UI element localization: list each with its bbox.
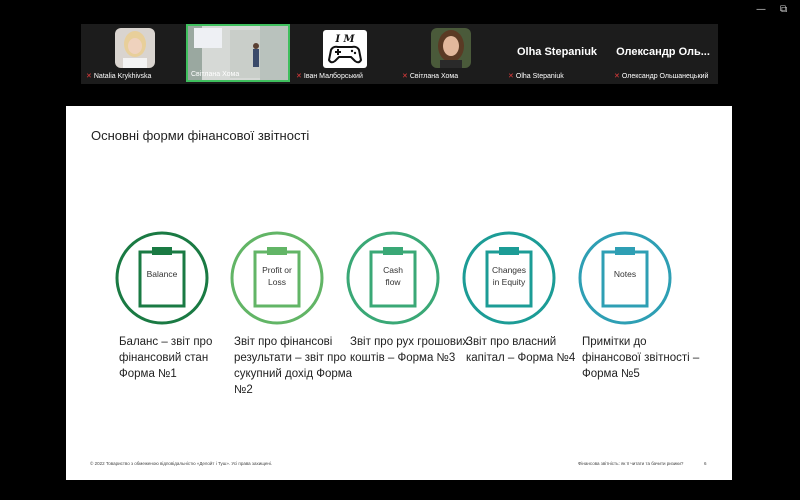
- clipboard-icon: Profit or Loss: [229, 230, 325, 326]
- participant-name: ✕ Іван Малборський: [296, 73, 363, 80]
- participant-name: ✕ Олександр Ольшанецький: [614, 73, 709, 80]
- form-caption: Звіт про рух грошових коштів – Форма №3: [350, 336, 469, 364]
- icon-label-line-1: Notes: [614, 269, 636, 279]
- clipboard-icon: Cash flow: [345, 230, 441, 326]
- form-caption: Примітки до фінансової звітності – Форма…: [582, 336, 700, 380]
- participant-avatar: [115, 28, 155, 68]
- icon-label-line-2: Loss: [268, 277, 286, 287]
- participant-display-name: Olha Stepaniuk: [516, 46, 598, 58]
- participant-name: ✕ Світлана Хома: [402, 73, 459, 80]
- participant-display-name: Олександр Оль...: [616, 46, 710, 58]
- icon-label-line-1: Profit or: [262, 265, 292, 275]
- participant-tile[interactable]: Олександр Оль... ✕ Олександр Ольшанецький: [611, 24, 715, 82]
- muted-mic-icon: ✕: [508, 73, 514, 80]
- shared-slide: Основні форми фінансової звітності Balan…: [66, 106, 732, 480]
- icon-label-line-2: in Equity: [493, 277, 526, 287]
- minimize-button[interactable]: —: [756, 4, 766, 15]
- muted-mic-icon: ✕: [402, 73, 408, 80]
- slide-page-number: 6: [704, 461, 707, 466]
- participant-tile[interactable]: I M ✕ Іван Малборський: [293, 24, 397, 82]
- icon-label-line-1: Changes: [492, 265, 526, 275]
- participant-strip: ✕ Natalia Krykhivska Світлана Хома I M ✕…: [81, 24, 718, 84]
- participant-name: Світлана Хома: [191, 71, 240, 78]
- form-caption: Баланс – звіт про фінансовий стан Форма …: [119, 336, 213, 380]
- participant-name: ✕ Olha Stepaniuk: [508, 73, 564, 80]
- participant-tile[interactable]: ✕ Natalia Krykhivska: [83, 24, 187, 82]
- gamepad-logo-icon: I M: [323, 30, 367, 68]
- participant-tile-active[interactable]: Світлана Хома: [186, 24, 290, 82]
- clipboard-icon: Changes in Equity: [461, 230, 557, 326]
- svg-text:I M: I M: [334, 34, 355, 45]
- participant-name: ✕ Natalia Krykhivska: [86, 73, 152, 80]
- icon-label-line-2: flow: [385, 277, 401, 287]
- muted-mic-icon: ✕: [614, 73, 620, 80]
- slide-title: Основні форми фінансової звітності: [91, 128, 310, 143]
- participant-tile[interactable]: Olha Stepaniuk ✕ Olha Stepaniuk: [505, 24, 609, 82]
- clipboard-icon: Notes: [577, 230, 673, 326]
- slide-footer-copyright: © 2022 Товариство з обмеженою відповідал…: [90, 461, 273, 466]
- clipboard-icon: Balance: [114, 230, 210, 326]
- icon-label-line-1: Balance: [147, 269, 178, 279]
- restore-button[interactable]: ⧉: [780, 4, 787, 15]
- icon-label-line-1: Cash: [383, 265, 403, 275]
- slide-footer-title: Фінансова звітність: як її читати та бач…: [578, 461, 684, 466]
- muted-mic-icon: ✕: [296, 73, 302, 80]
- muted-mic-icon: ✕: [86, 73, 92, 80]
- participant-tile[interactable]: ✕ Світлана Хома: [399, 24, 503, 82]
- form-caption: Звіт про власний капітал – Форма №4: [466, 336, 576, 364]
- form-caption: Звіт про фінансові результати – звіт про…: [234, 336, 353, 396]
- participant-avatar: [431, 28, 471, 68]
